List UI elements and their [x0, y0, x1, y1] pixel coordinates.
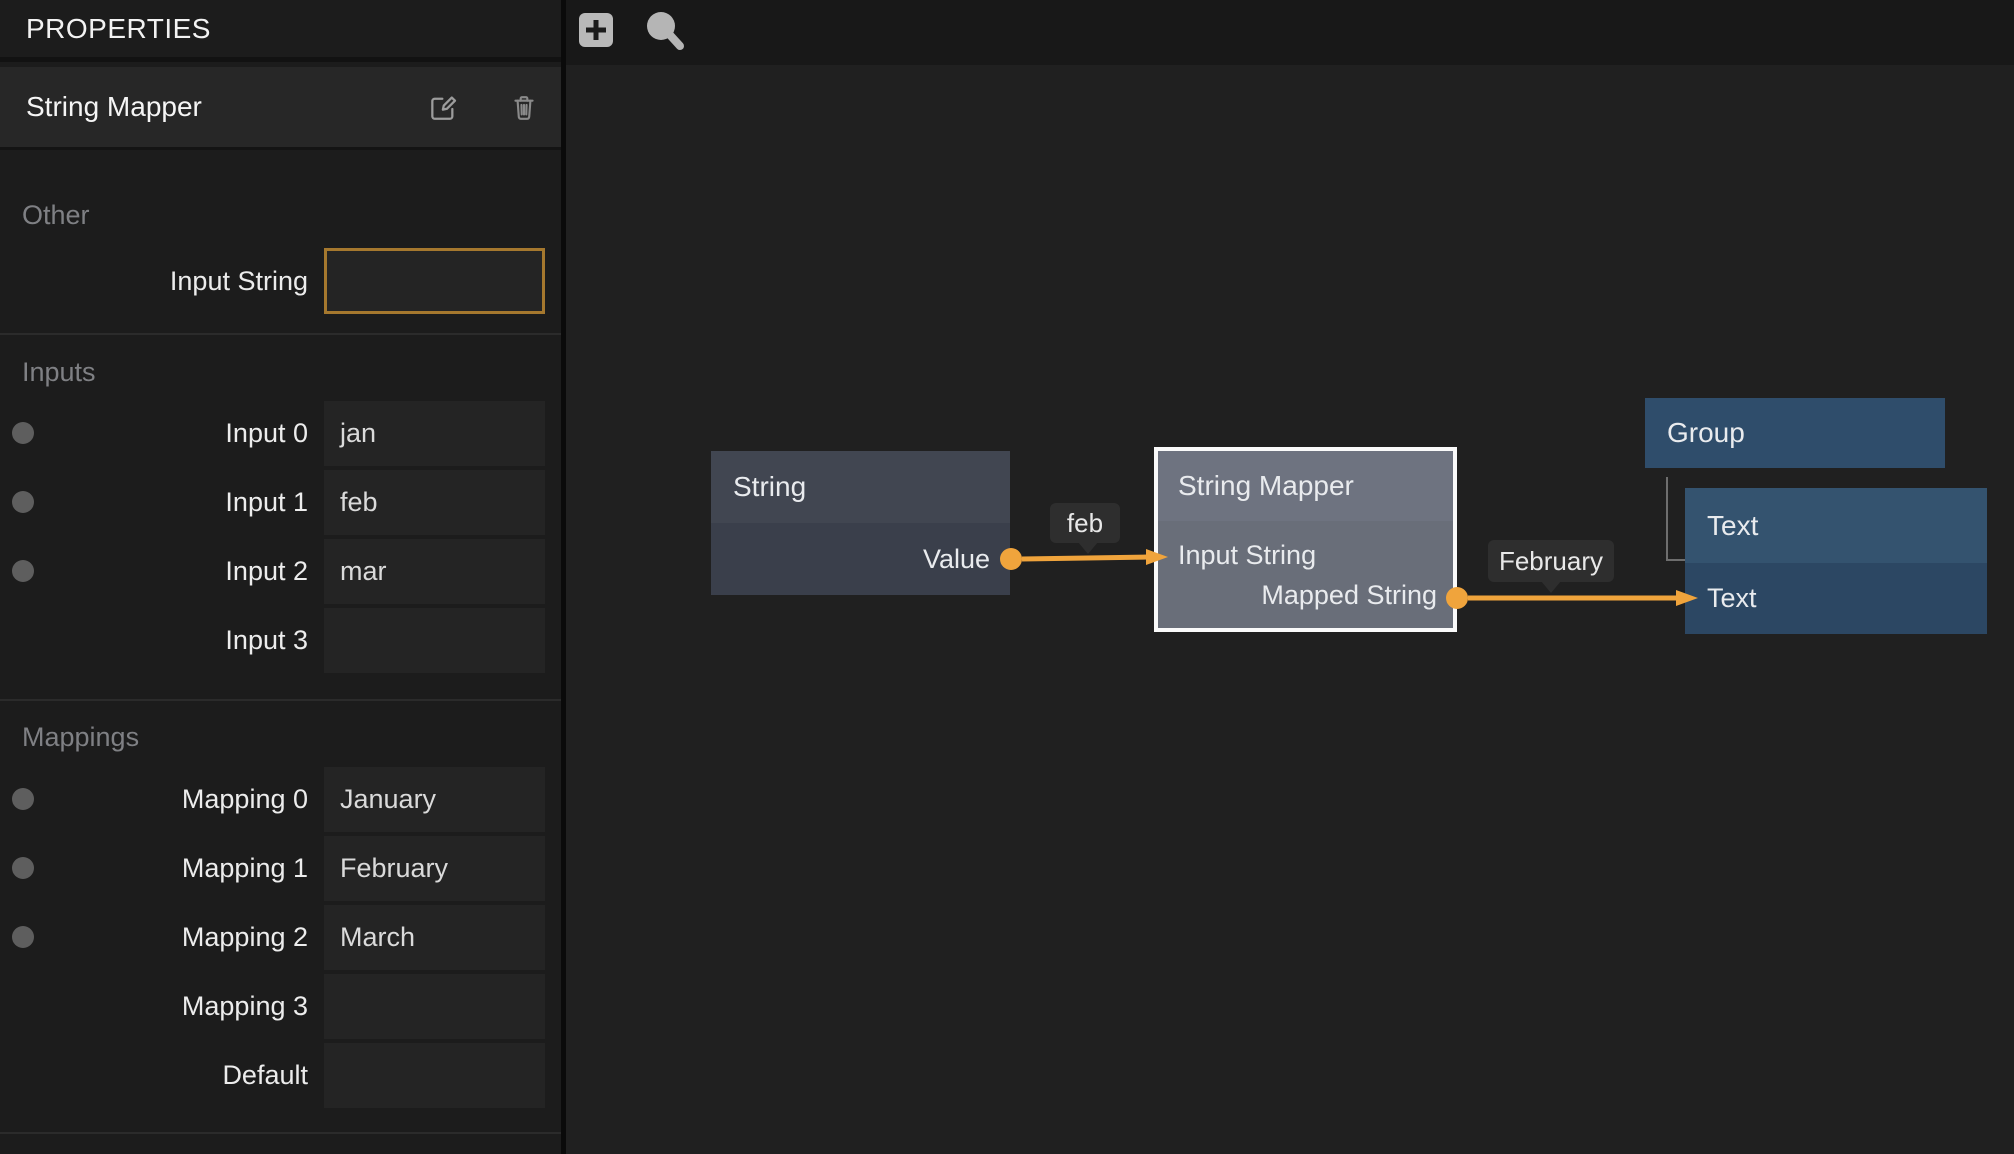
section-label-other: Other	[22, 200, 90, 230]
group-child-connector	[1667, 477, 1685, 560]
output-port-label: Mapped String	[1261, 575, 1437, 615]
edit-icon[interactable]	[427, 91, 459, 123]
section-label-inputs: Inputs	[22, 357, 96, 387]
delete-icon[interactable]	[508, 91, 540, 123]
selected-node-title: String Mapper	[26, 67, 202, 147]
properties-title: PROPERTIES	[26, 0, 211, 58]
node-title: Group	[1667, 398, 1745, 468]
input-2-field[interactable]: mar	[324, 539, 545, 604]
properties-header: PROPERTIES	[0, 0, 561, 62]
property-row-mapping-1: Mapping 1 February	[0, 836, 561, 901]
input-1-field[interactable]: feb	[324, 470, 545, 535]
section-label-mappings: Mappings	[22, 722, 139, 752]
node-text-header: Text	[1685, 488, 1987, 563]
node-string[interactable]: String Value	[711, 451, 1010, 595]
node-title: Text	[1707, 488, 1758, 563]
node-text[interactable]: Text Text	[1685, 488, 1987, 634]
wire-value-tooltip: feb	[1050, 503, 1120, 543]
default-field[interactable]	[324, 1043, 545, 1108]
mapping-0-field[interactable]: January	[324, 767, 545, 832]
input-3-field[interactable]	[324, 608, 545, 673]
node-title: String Mapper	[1178, 451, 1354, 521]
section-divider	[0, 333, 561, 335]
mapping-3-field[interactable]	[324, 974, 545, 1039]
property-row-default: Default	[0, 1043, 561, 1108]
node-string-mapper-body: Input String Mapped String	[1158, 521, 1453, 628]
search-icon[interactable]	[642, 6, 686, 52]
node-string-body: Value	[711, 523, 1010, 595]
property-row-mapping-3: Mapping 3	[0, 974, 561, 1039]
node-string-mapper-header: String Mapper	[1158, 451, 1453, 521]
input-string-field[interactable]	[324, 248, 545, 314]
section-divider	[0, 1132, 561, 1134]
wire-value-to-input-string[interactable]	[1022, 557, 1148, 559]
add-node-icon[interactable]	[579, 13, 613, 47]
node-string-header: String	[711, 451, 1010, 523]
section-divider	[0, 699, 561, 701]
property-row-mapping-2: Mapping 2 March	[0, 905, 561, 970]
mapping-1-field[interactable]: February	[324, 836, 545, 901]
output-port-label: Value	[923, 523, 990, 595]
properties-panel: PROPERTIES String Mapper	[0, 0, 561, 1154]
input-port-label: Input String	[1178, 535, 1316, 575]
node-string-mapper[interactable]: String Mapper Input String Mapped String	[1154, 447, 1457, 632]
input-port-label: Text	[1707, 563, 1757, 634]
node-text-body: Text	[1685, 563, 1987, 634]
node-group[interactable]: Group	[1645, 398, 1945, 468]
node-editor-app: PROPERTIES String Mapper	[0, 0, 2014, 1154]
flow-canvas[interactable]: String Value String Mapper Input String …	[566, 0, 2014, 1154]
property-row-input-0: Input 0 jan	[0, 401, 561, 466]
mapping-2-field[interactable]: March	[324, 905, 545, 970]
node-title: String	[733, 451, 806, 523]
property-row-input-1: Input 1 feb	[0, 470, 561, 535]
property-row-input-3: Input 3	[0, 608, 561, 673]
property-row-input-string: Input String	[0, 248, 561, 314]
wire-value-tooltip: February	[1488, 540, 1614, 582]
canvas-toolbar	[566, 0, 2014, 65]
property-row-mapping-0: Mapping 0 January	[0, 767, 561, 832]
selected-node-row[interactable]: String Mapper	[0, 67, 561, 150]
property-row-input-2: Input 2 mar	[0, 539, 561, 604]
input-string-label: Input String	[0, 248, 308, 314]
input-0-field[interactable]: jan	[324, 401, 545, 466]
